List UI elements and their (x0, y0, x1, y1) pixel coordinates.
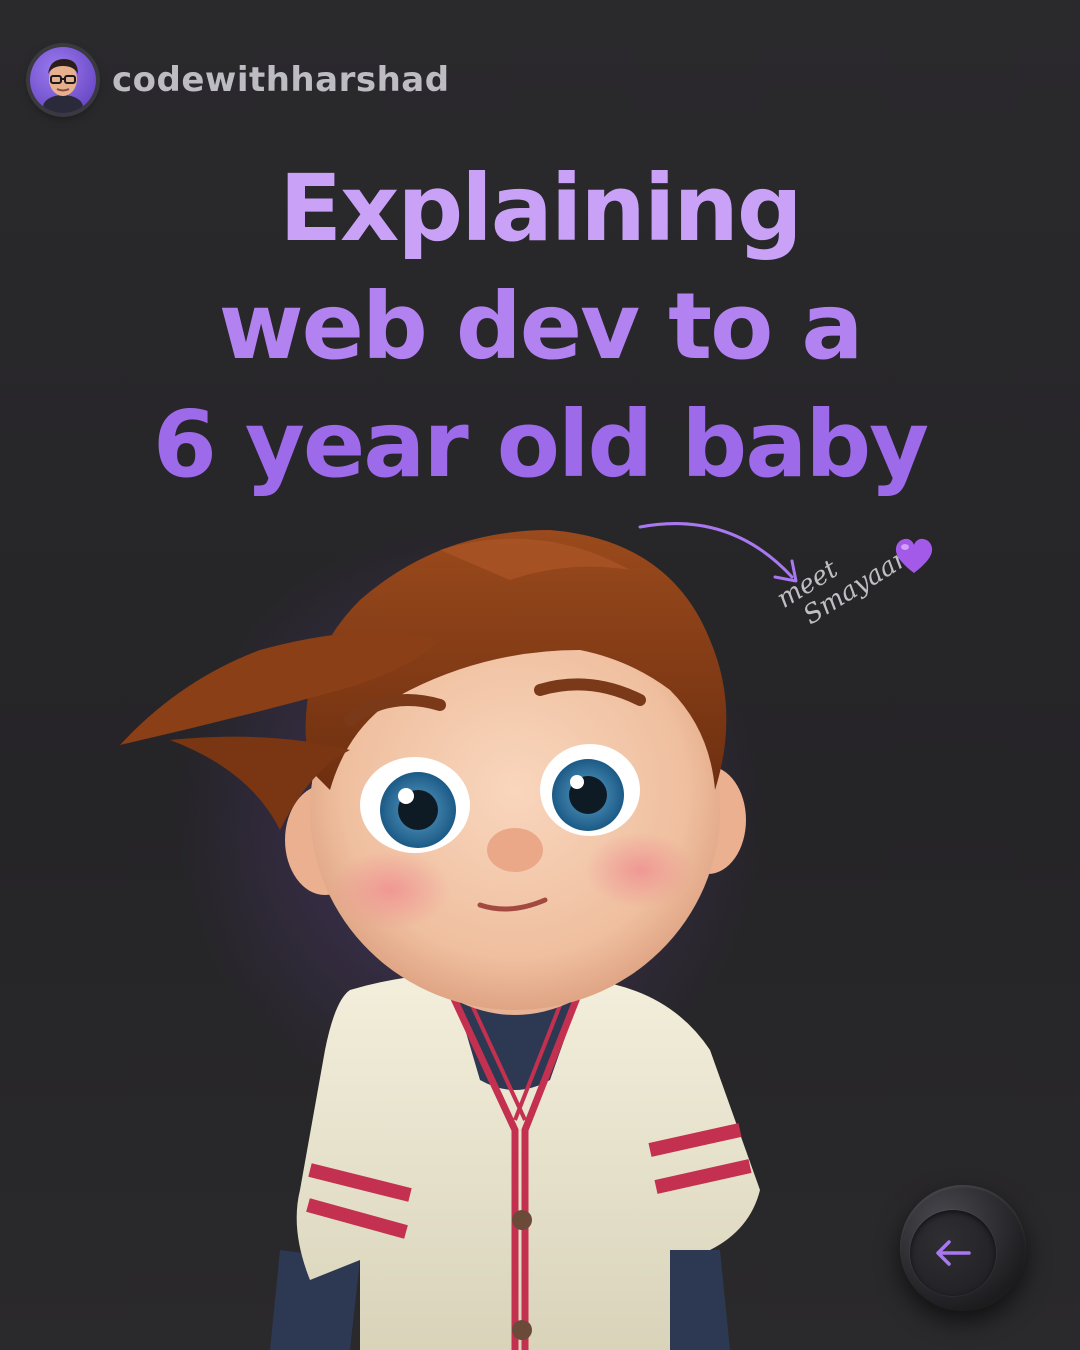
headline: Explaining web dev to a 6 year old baby (40, 150, 1040, 504)
headline-line-3: 6 year old baby (152, 391, 929, 498)
profile-handle[interactable]: codewithharshad (30, 42, 450, 118)
avatar-icon[interactable] (30, 47, 96, 113)
purple-heart-icon (895, 538, 933, 573)
arrow-left-icon[interactable] (929, 1229, 977, 1277)
headline-line-1: Explaining (279, 155, 803, 262)
headline-line-2: web dev to a (218, 273, 864, 380)
previous-slide-button-inner[interactable] (910, 1210, 996, 1296)
previous-slide-button[interactable] (900, 1185, 1026, 1311)
username-text[interactable]: codewithharshad (112, 60, 450, 100)
baby-character-illustration (120, 530, 760, 1350)
slide-canvas: codewithharshad Explaining web dev to a … (0, 0, 1080, 1350)
